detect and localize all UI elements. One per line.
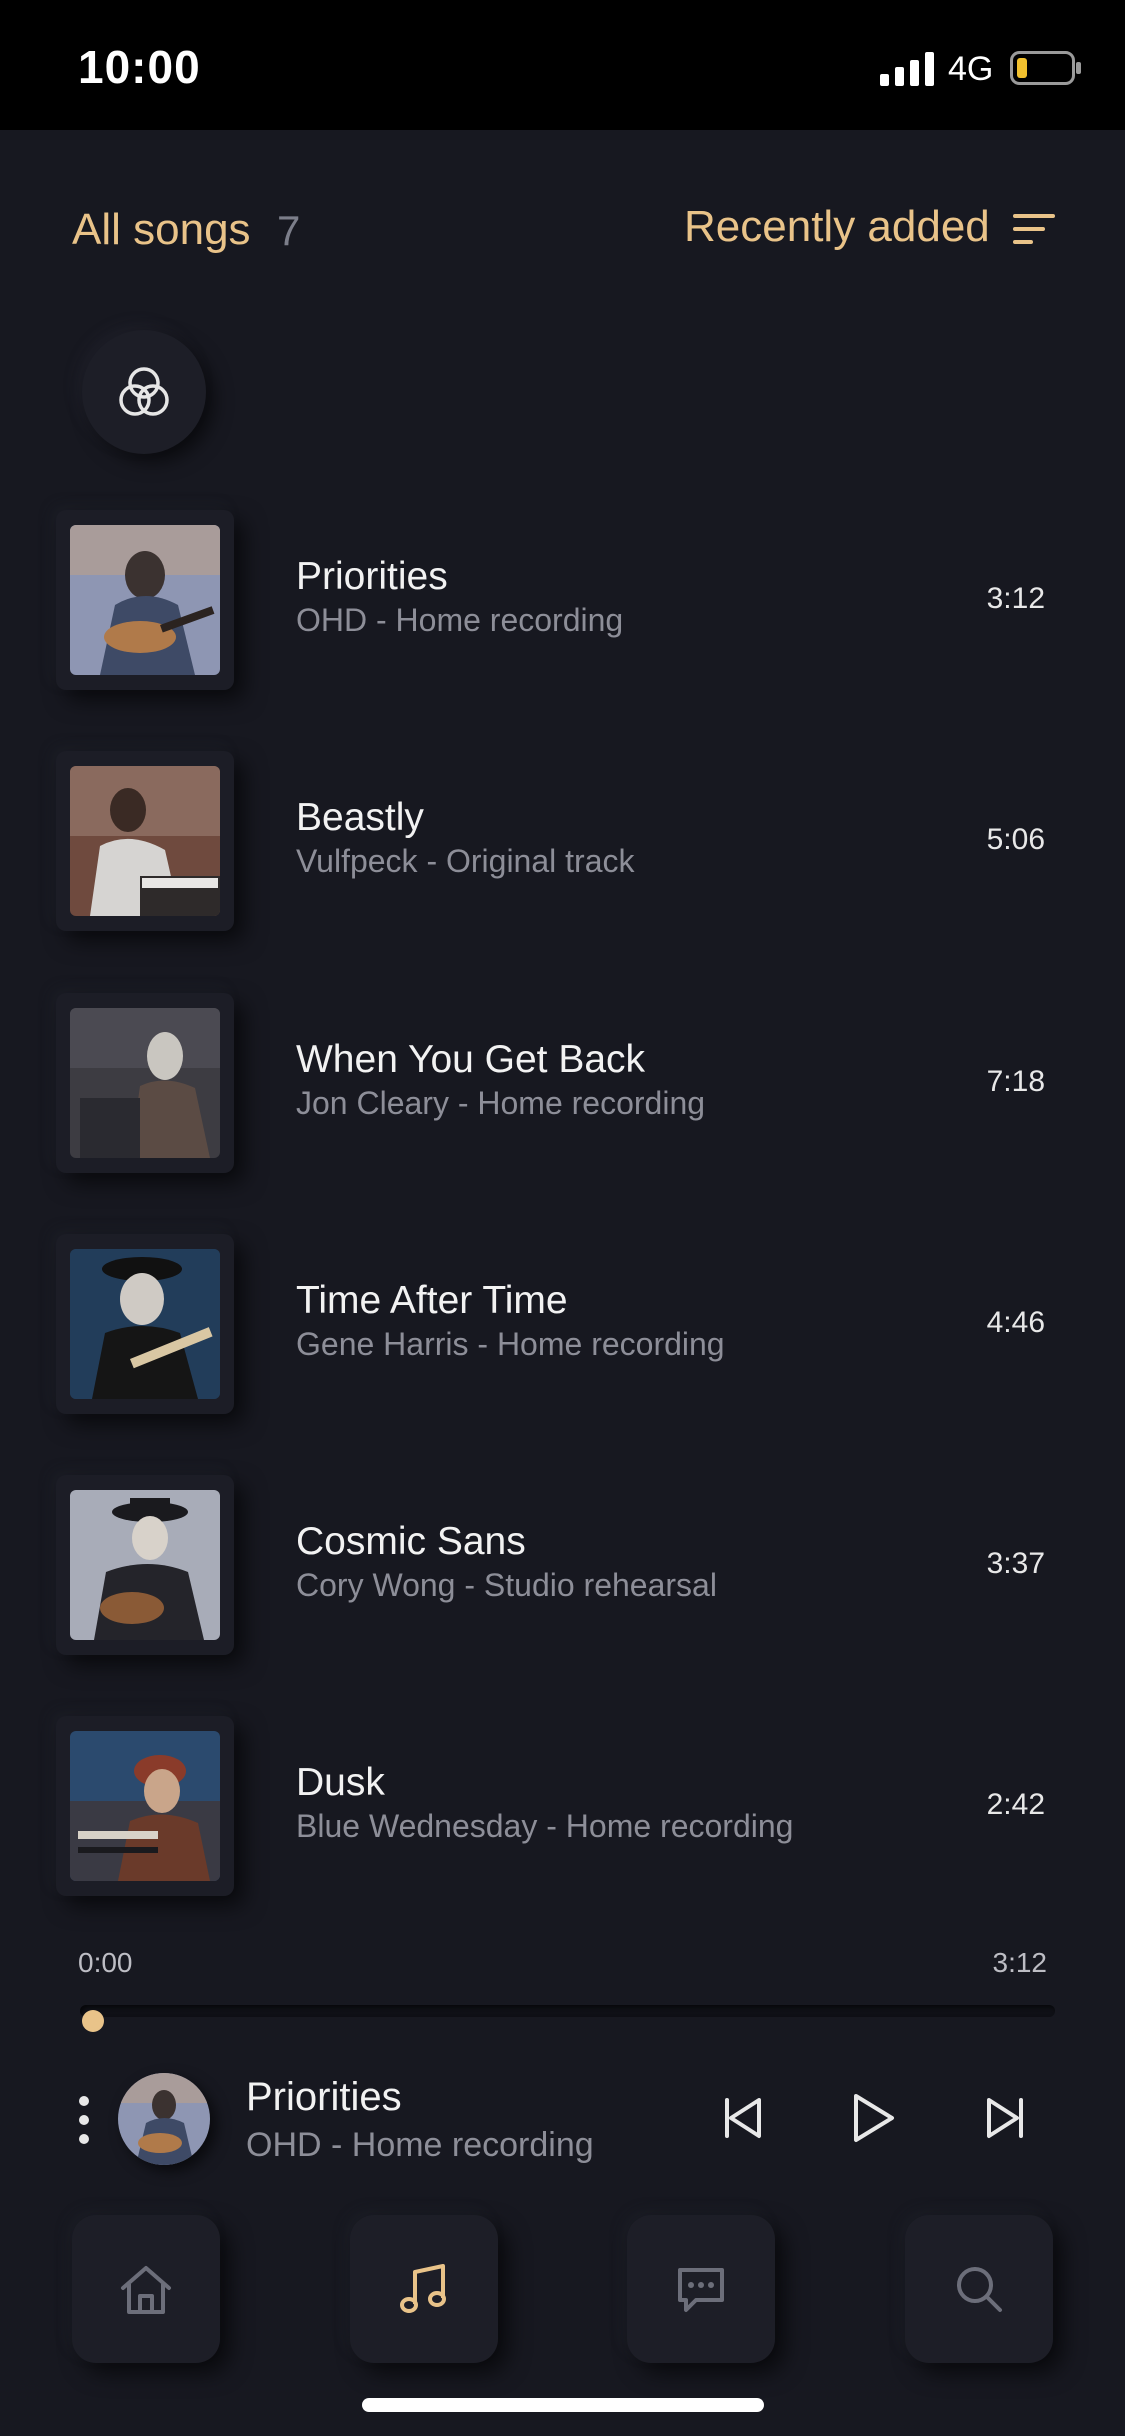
- status-bar: 10:00 4G: [0, 0, 1125, 130]
- song-title: Beastly: [296, 796, 424, 839]
- album-art-frame: [56, 1475, 234, 1655]
- home-icon: [121, 2266, 171, 2314]
- song-title: Cosmic Sans: [296, 1520, 526, 1563]
- progress-knob[interactable]: [82, 2010, 104, 2032]
- venn-icon: [119, 367, 169, 416]
- now-playing-artist: OHD - Home recording: [246, 2126, 594, 2164]
- album-art-frame: [56, 510, 234, 690]
- previous-icon[interactable]: [713, 2088, 773, 2148]
- home-indicator[interactable]: [362, 2398, 764, 2412]
- album-art: [70, 1249, 220, 1399]
- sort-button[interactable]: Recently added: [684, 202, 990, 252]
- album-art-frame: [56, 1234, 234, 1414]
- song-artist: Vulfpeck - Original track: [296, 843, 635, 879]
- song-duration: 3:37: [986, 1547, 1045, 1580]
- elapsed-time: 0:00: [78, 1947, 133, 1978]
- more-vertical-icon[interactable]: [74, 2095, 94, 2145]
- song-title: When You Get Back: [296, 1038, 646, 1081]
- song-count: 7: [277, 207, 301, 254]
- now-playing-title: Priorities: [246, 2075, 402, 2119]
- total-time: 3:12: [992, 1947, 1048, 1978]
- album-art-frame: [56, 1716, 234, 1896]
- now-playing-art: [118, 2073, 210, 2165]
- battery-icon: [1010, 51, 1081, 85]
- song-title: Dusk: [296, 1761, 385, 1804]
- page-title: All songs: [72, 205, 251, 254]
- song-row[interactable]: Dusk Blue Wednesday - Home recording 2:4…: [0, 1716, 1125, 1896]
- nav-chat[interactable]: [627, 2215, 775, 2363]
- song-artist: Jon Cleary - Home recording: [296, 1085, 706, 1121]
- nav-music[interactable]: [350, 2215, 498, 2363]
- search-icon: [957, 2267, 1002, 2312]
- song-artist: Blue Wednesday - Home recording: [296, 1808, 794, 1844]
- song-row[interactable]: Time After Time Gene Harris - Home recor…: [0, 1234, 1125, 1414]
- play-icon[interactable]: [842, 2088, 902, 2148]
- chat-icon: [678, 2268, 724, 2312]
- album-art: [70, 1008, 220, 1158]
- status-time: 10:00: [78, 41, 201, 93]
- song-artist: Cory Wong - Studio rehearsal: [296, 1567, 717, 1603]
- progress-bar[interactable]: [80, 2005, 1055, 2017]
- album-art: [70, 525, 220, 675]
- sort-icon[interactable]: [1013, 212, 1055, 246]
- album-art: [70, 766, 220, 916]
- song-duration: 7:18: [986, 1065, 1045, 1098]
- next-icon[interactable]: [975, 2088, 1035, 2148]
- album-art-frame: [56, 751, 234, 931]
- song-artist: Gene Harris - Home recording: [296, 1326, 725, 1362]
- song-row[interactable]: Cosmic Sans Cory Wong - Studio rehearsal…: [0, 1475, 1125, 1655]
- nav-home[interactable]: [72, 2215, 220, 2363]
- album-art: [70, 1731, 220, 1881]
- network-label: 4G: [948, 50, 994, 88]
- song-artist: OHD - Home recording: [296, 602, 624, 638]
- song-row[interactable]: When You Get Back Jon Cleary - Home reco…: [0, 993, 1125, 1173]
- song-duration: 5:06: [986, 823, 1045, 856]
- song-title: Priorities: [296, 555, 448, 598]
- filter-button[interactable]: [82, 330, 206, 454]
- song-duration: 2:42: [986, 1788, 1045, 1821]
- signal-icon: [880, 52, 934, 86]
- song-title: Time After Time: [296, 1279, 568, 1322]
- song-duration: 3:12: [986, 582, 1045, 615]
- song-duration: 4:46: [986, 1306, 1045, 1339]
- song-row[interactable]: Beastly Vulfpeck - Original track 5:06: [0, 751, 1125, 931]
- music-note-icon: [400, 2264, 446, 2313]
- album-art: [70, 1490, 220, 1640]
- nav-search[interactable]: [905, 2215, 1053, 2363]
- song-row[interactable]: Priorities OHD - Home recording 3:12: [0, 510, 1125, 690]
- album-art-frame: [56, 993, 234, 1173]
